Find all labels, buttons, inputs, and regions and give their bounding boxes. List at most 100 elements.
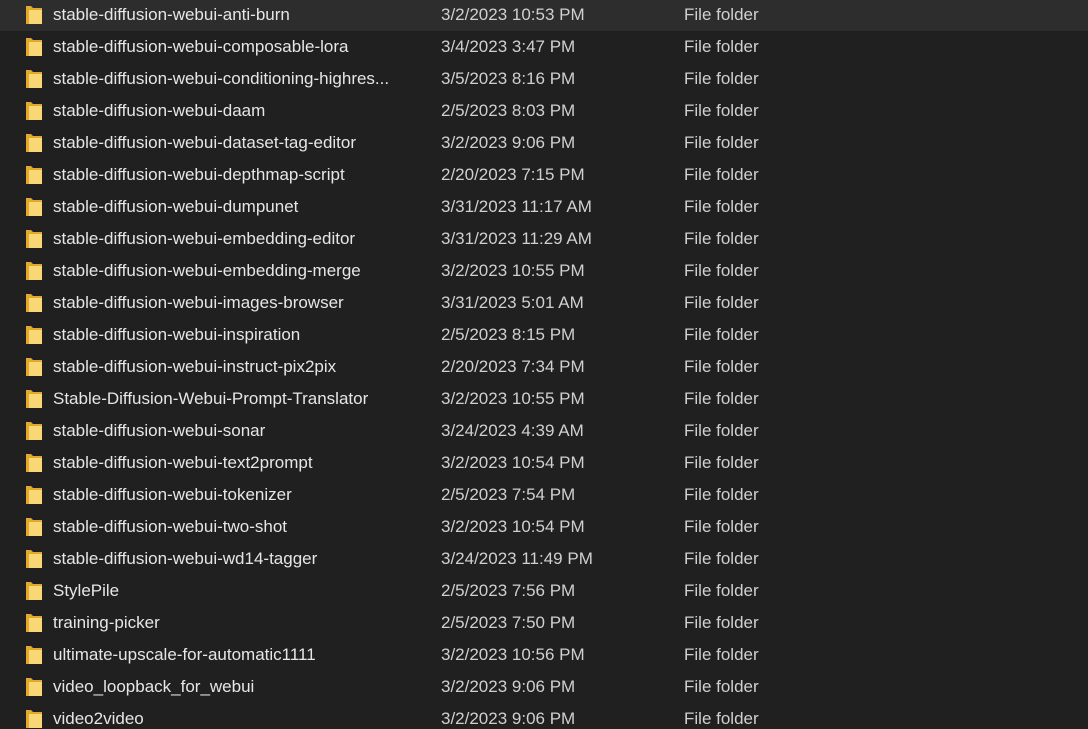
- file-type: File folder: [684, 389, 759, 408]
- list-item[interactable]: Stable-Diffusion-Webui-Prompt-Translator…: [0, 383, 1088, 415]
- date-modified: 2/20/2023 7:34 PM: [441, 357, 585, 376]
- list-item[interactable]: stable-diffusion-webui-anti-burn 3/2/2023…: [0, 0, 1088, 31]
- folder-icon: [25, 291, 43, 313]
- list-item[interactable]: stable-diffusion-webui-conditioning-high…: [0, 63, 1088, 95]
- file-type: File folder: [684, 517, 759, 536]
- file-name: ultimate-upscale-for-automatic1111: [53, 645, 316, 664]
- list-item[interactable]: stable-diffusion-webui-sonar 3/24/2023 4:…: [0, 415, 1088, 447]
- file-type: File folder: [684, 229, 759, 248]
- file-list: stable-diffusion-webui-anti-burn 3/2/2023…: [0, 0, 1088, 729]
- file-name: stable-diffusion-webui-tokenizer: [53, 485, 292, 504]
- folder-icon: [25, 259, 43, 281]
- date-modified: 3/24/2023 4:39 AM: [441, 421, 584, 440]
- folder-icon: [25, 515, 43, 537]
- folder-icon: [25, 611, 43, 633]
- folder-icon: [25, 579, 43, 601]
- file-type: File folder: [684, 613, 759, 632]
- list-item[interactable]: stable-diffusion-webui-embedding-editor 3…: [0, 223, 1088, 255]
- date-modified: 3/31/2023 11:29 AM: [441, 229, 592, 248]
- file-type: File folder: [684, 261, 759, 280]
- list-item[interactable]: stable-diffusion-webui-daam 2/5/2023 8:03…: [0, 95, 1088, 127]
- list-item[interactable]: StylePile 2/5/2023 7:56 PM File folder: [0, 575, 1088, 607]
- folder-icon: [25, 35, 43, 57]
- list-item[interactable]: training-picker 2/5/2023 7:50 PM File fold…: [0, 607, 1088, 639]
- file-type: File folder: [684, 709, 759, 728]
- file-type: File folder: [684, 421, 759, 440]
- date-modified: 3/4/2023 3:47 PM: [441, 37, 576, 56]
- folder-icon: [25, 419, 43, 441]
- date-modified: 3/31/2023 11:17 AM: [441, 197, 592, 216]
- folder-icon: [25, 483, 43, 505]
- list-item[interactable]: stable-diffusion-webui-instruct-pix2pix 2…: [0, 351, 1088, 383]
- file-name: stable-diffusion-webui-two-shot: [53, 517, 288, 536]
- folder-icon: [25, 643, 43, 665]
- list-item[interactable]: stable-diffusion-webui-tokenizer 2/5/2023…: [0, 479, 1088, 511]
- folder-icon: [25, 163, 43, 185]
- date-modified: 3/2/2023 9:06 PM: [441, 677, 576, 696]
- date-modified: 2/5/2023 7:56 PM: [441, 581, 576, 600]
- file-type: File folder: [684, 101, 759, 120]
- folder-icon: [25, 387, 43, 409]
- folder-icon: [25, 323, 43, 345]
- file-name: stable-diffusion-webui-text2prompt: [53, 453, 313, 472]
- file-name: stable-diffusion-webui-dumpunet: [53, 197, 299, 216]
- file-name: stable-diffusion-webui-anti-burn: [53, 5, 290, 24]
- folder-icon: [25, 675, 43, 697]
- file-type: File folder: [684, 357, 759, 376]
- folder-icon: [25, 3, 43, 25]
- file-type: File folder: [684, 453, 759, 472]
- date-modified: 3/5/2023 8:16 PM: [441, 69, 576, 88]
- list-item[interactable]: stable-diffusion-webui-embedding-merge 3/…: [0, 255, 1088, 287]
- file-name: stable-diffusion-webui-dataset-tag-edito…: [53, 133, 357, 152]
- folder-icon: [25, 227, 43, 249]
- folder-icon: [25, 131, 43, 153]
- list-item[interactable]: stable-diffusion-webui-depthmap-script 2/…: [0, 159, 1088, 191]
- date-modified: 3/2/2023 10:54 PM: [441, 453, 585, 472]
- file-type: File folder: [684, 549, 759, 568]
- list-item[interactable]: ultimate-upscale-for-automatic1111 3/2/20…: [0, 639, 1088, 671]
- file-name: stable-diffusion-webui-wd14-tagger: [53, 549, 318, 568]
- file-type: File folder: [684, 645, 759, 664]
- file-name: stable-diffusion-webui-instruct-pix2pix: [53, 357, 337, 376]
- file-type: File folder: [684, 5, 759, 24]
- file-type: File folder: [684, 69, 759, 88]
- file-name: stable-diffusion-webui-daam: [53, 101, 266, 120]
- file-name: stable-diffusion-webui-embedding-editor: [53, 229, 356, 248]
- list-item[interactable]: video_loopback_for_webui 3/2/2023 9:06 PM…: [0, 671, 1088, 703]
- file-name: stable-diffusion-webui-images-browser: [53, 293, 344, 312]
- list-item[interactable]: stable-diffusion-webui-images-browser 3/3…: [0, 287, 1088, 319]
- date-modified: 3/2/2023 9:06 PM: [441, 133, 576, 152]
- date-modified: 3/2/2023 10:53 PM: [441, 5, 585, 24]
- file-type: File folder: [684, 677, 759, 696]
- folder-icon: [25, 451, 43, 473]
- list-item[interactable]: stable-diffusion-webui-text2prompt 3/2/20…: [0, 447, 1088, 479]
- list-item[interactable]: stable-diffusion-webui-dataset-tag-edito…: [0, 127, 1088, 159]
- file-name: stable-diffusion-webui-embedding-merge: [53, 261, 361, 280]
- date-modified: 3/2/2023 10:55 PM: [441, 389, 585, 408]
- list-item[interactable]: stable-diffusion-webui-wd14-tagger 3/24/2…: [0, 543, 1088, 575]
- folder-icon: [25, 99, 43, 121]
- file-type: File folder: [684, 133, 759, 152]
- date-modified: 2/5/2023 8:03 PM: [441, 101, 576, 120]
- list-item[interactable]: stable-diffusion-webui-inspiration 2/5/20…: [0, 319, 1088, 351]
- file-type: File folder: [684, 293, 759, 312]
- date-modified: 3/2/2023 10:54 PM: [441, 517, 585, 536]
- file-type: File folder: [684, 485, 759, 504]
- list-item[interactable]: stable-diffusion-webui-dumpunet 3/31/2023…: [0, 191, 1088, 223]
- list-item[interactable]: video2video 3/2/2023 9:06 PM File folder: [0, 703, 1088, 729]
- date-modified: 2/5/2023 7:50 PM: [441, 613, 576, 632]
- file-type: File folder: [684, 37, 759, 56]
- file-name: stable-diffusion-webui-depthmap-script: [53, 165, 345, 184]
- date-modified: 2/5/2023 7:54 PM: [441, 485, 576, 504]
- list-item[interactable]: stable-diffusion-webui-composable-lora 3/…: [0, 31, 1088, 63]
- date-modified: 3/2/2023 10:56 PM: [441, 645, 585, 664]
- folder-icon: [25, 195, 43, 217]
- file-type: File folder: [684, 325, 759, 344]
- file-name: training-picker: [53, 613, 160, 632]
- file-name: Stable-Diffusion-Webui-Prompt-Translator: [53, 389, 369, 408]
- folder-icon: [25, 67, 43, 89]
- list-item[interactable]: stable-diffusion-webui-two-shot 3/2/2023 …: [0, 511, 1088, 543]
- file-name: video2video: [53, 709, 144, 728]
- file-type: File folder: [684, 581, 759, 600]
- file-name: stable-diffusion-webui-sonar: [53, 421, 266, 440]
